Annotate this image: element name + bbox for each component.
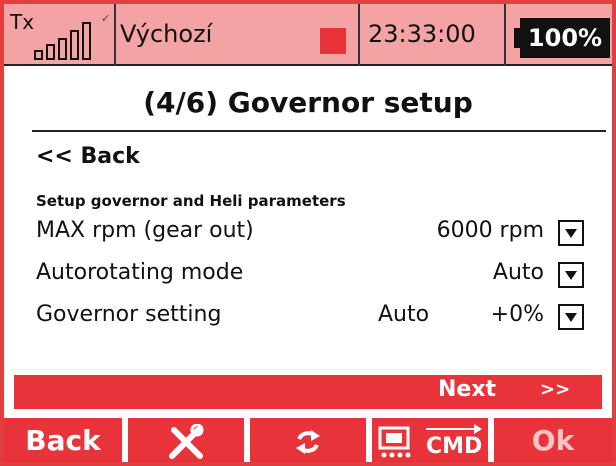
softkey-bar: Back CMD Ok: [4, 418, 612, 462]
checkmark-icon: ✓: [101, 12, 111, 25]
setting-value: 6000 rpm: [436, 218, 544, 243]
refresh-icon: [296, 430, 320, 454]
record-indicator-icon: [320, 28, 346, 54]
setting-row-governor-setting: Governor setting Auto +0%: [36, 300, 590, 334]
status-divider: [114, 4, 116, 66]
tools-icon: [169, 424, 204, 459]
softkey-tools-button[interactable]: [128, 418, 244, 462]
next-label: Next: [438, 377, 497, 402]
status-bar: Tx ✓ Výchozí 23:33:00 100%: [4, 4, 612, 66]
setting-label: Autorotating mode: [36, 260, 244, 285]
transmitter-cmd-icon: [378, 426, 411, 458]
screen-frame: Tx ✓ Výchozí 23:33:00 100% (4/6) Governo…: [0, 0, 616, 466]
clock: 23:33:00: [368, 20, 476, 48]
dropdown-button[interactable]: [558, 220, 584, 246]
softkey-ok-label: Ok: [531, 424, 575, 457]
softkey-back-button[interactable]: Back: [4, 418, 122, 462]
arrow-right-icon: [426, 424, 482, 434]
softkey-cmd-button[interactable]: CMD: [372, 418, 488, 462]
setting-label: MAX rpm (gear out): [36, 218, 254, 243]
setting-row-max-rpm: MAX rpm (gear out) 6000 rpm: [36, 216, 590, 250]
page-title: (4/6) Governor setup: [143, 86, 473, 119]
status-divider: [504, 4, 506, 66]
tx-label: Tx: [10, 10, 35, 34]
setting-row-autorotating-mode: Autorotating mode Auto: [36, 258, 590, 292]
setting-secondary-value: Auto: [378, 302, 430, 327]
softkey-ok-button[interactable]: Ok: [494, 418, 612, 462]
dropdown-button[interactable]: [558, 304, 584, 330]
section-label: Setup governor and Heli parameters: [36, 192, 346, 210]
setting-label: Governor setting: [36, 302, 222, 327]
next-arrows-icon: >>: [540, 379, 571, 400]
setting-value: +0%: [490, 302, 544, 327]
battery-level: 100%: [520, 18, 610, 58]
cmd-label: CMD: [426, 434, 483, 459]
softkey-refresh-button[interactable]: [250, 418, 366, 462]
back-link[interactable]: << Back: [36, 144, 140, 169]
title-divider: [32, 130, 606, 132]
status-divider: [358, 4, 360, 66]
model-name: Výchozí: [120, 20, 213, 48]
next-button[interactable]: Next >>: [14, 375, 602, 409]
dropdown-button[interactable]: [558, 262, 584, 288]
battery-icon: 100%: [514, 18, 610, 58]
signal-strength-icon: [34, 18, 104, 60]
setting-value: Auto: [492, 260, 544, 285]
softkey-back-label: Back: [25, 424, 101, 457]
